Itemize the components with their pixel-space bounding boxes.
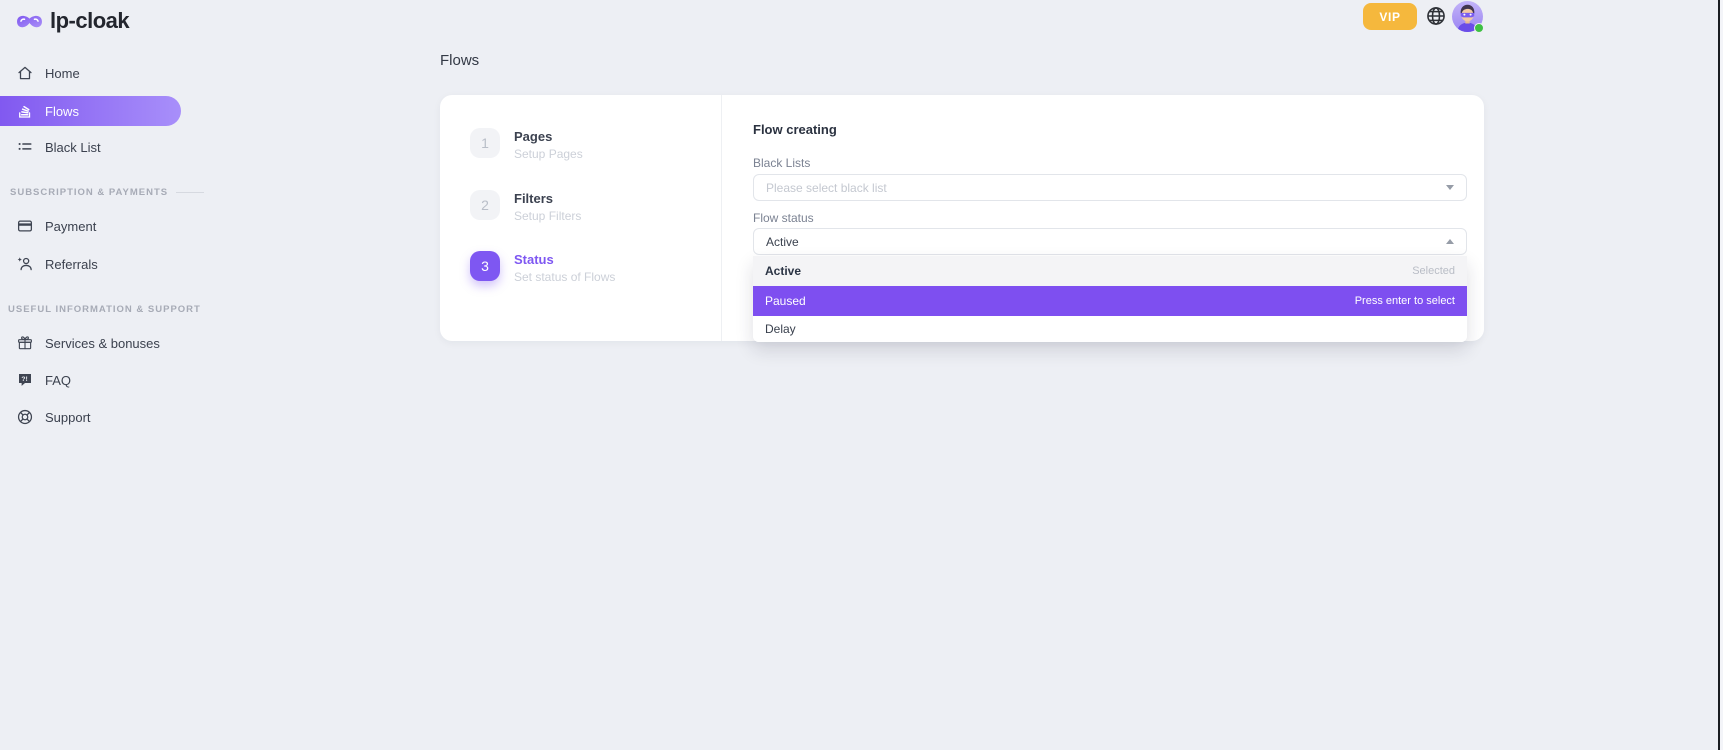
step-title: Filters <box>514 190 581 206</box>
sidebar-item-referrals[interactable]: Referrals <box>0 249 200 279</box>
sidebar-item-payment[interactable]: Payment <box>0 211 200 241</box>
online-status-dot <box>1474 23 1484 33</box>
step-title: Pages <box>514 128 583 144</box>
form-title: Flow creating <box>753 122 837 137</box>
sidebar-label: Black List <box>45 140 101 155</box>
svg-text:?!: ?! <box>21 376 27 383</box>
step-subtitle: Setup Pages <box>514 147 583 161</box>
option-label: Paused <box>765 294 806 308</box>
sidebar-label: Referrals <box>45 257 98 272</box>
flows-stack-icon <box>16 102 34 120</box>
chevron-down-icon <box>1446 185 1454 190</box>
page-title: Flows <box>440 52 479 69</box>
vip-label: VIP <box>1379 10 1400 24</box>
gift-icon <box>16 334 34 352</box>
option-hint-press-enter: Press enter to select <box>1355 295 1455 307</box>
sidebar-item-black-list[interactable]: Black List <box>0 132 200 162</box>
referral-person-icon <box>16 255 34 273</box>
wizard-step-filters[interactable]: 2 Filters Setup Filters <box>470 190 581 223</box>
wizard-step-status[interactable]: 3 Status Set status of Flows <box>470 251 615 284</box>
lifebuoy-icon <box>16 408 34 426</box>
chevron-up-icon <box>1446 239 1454 244</box>
option-active[interactable]: Active Selected <box>753 256 1467 286</box>
language-globe-icon[interactable] <box>1425 5 1447 27</box>
wizard-step-pages[interactable]: 1 Pages Setup Pages <box>470 128 583 161</box>
flow-status-dropdown: Active Selected Paused Press enter to se… <box>753 256 1467 342</box>
vip-button[interactable]: VIP <box>1363 3 1417 30</box>
option-paused[interactable]: Paused Press enter to select <box>753 286 1467 316</box>
black-lists-label: Black Lists <box>753 156 810 170</box>
wizard-steps-column: 1 Pages Setup Pages 2 Filters Setup Filt… <box>440 95 722 341</box>
sidebar-item-home[interactable]: Home <box>0 58 200 88</box>
sidebar-section-payments: SUBSCRIPTION & PAYMENTS <box>0 186 200 199</box>
sidebar-item-flows[interactable]: Flows <box>0 96 181 126</box>
sidebar-item-faq[interactable]: ?! FAQ <box>0 365 200 395</box>
step-number-badge: 3 <box>470 251 500 281</box>
sidebar-label: Payment <box>45 219 96 234</box>
sidebar-item-support[interactable]: Support <box>0 402 200 432</box>
step-subtitle: Set status of Flows <box>514 270 615 284</box>
sidebar-label: Services & bonuses <box>45 336 160 351</box>
app-logo[interactable]: lp-cloak <box>16 8 129 34</box>
brand-name: lp-cloak <box>50 8 129 34</box>
step-number-badge: 2 <box>470 190 500 220</box>
mask-logo-icon <box>16 12 43 31</box>
step-title: Status <box>514 251 615 267</box>
sidebar-section-support: USEFUL INFORMATION & SUPPORT <box>0 303 200 316</box>
option-delay[interactable]: Delay <box>753 316 1467 342</box>
flow-status-label: Flow status <box>753 211 814 225</box>
black-lists-select[interactable] <box>753 174 1467 201</box>
credit-card-icon <box>16 217 34 235</box>
option-label: Delay <box>765 322 796 336</box>
sidebar-item-services[interactable]: Services & bonuses <box>0 328 200 358</box>
step-subtitle: Setup Filters <box>514 209 581 223</box>
sidebar-label: Flows <box>45 104 79 119</box>
sidebar-label: Home <box>45 66 80 81</box>
faq-bubble-icon: ?! <box>16 371 34 389</box>
option-label: Active <box>765 264 801 278</box>
flow-status-select[interactable]: Active <box>753 228 1467 255</box>
home-icon <box>16 64 34 82</box>
user-avatar[interactable] <box>1452 1 1483 32</box>
sidebar-label: FAQ <box>45 373 71 388</box>
black-lists-input[interactable] <box>766 181 1446 195</box>
option-hint-selected: Selected <box>1412 265 1455 277</box>
step-number-badge: 1 <box>470 128 500 158</box>
flow-status-value: Active <box>766 235 1446 249</box>
list-icon <box>16 138 34 156</box>
sidebar-label: Support <box>45 410 91 425</box>
flow-creating-panel: Flow creating Black Lists Flow status Ac… <box>753 95 1467 341</box>
flow-wizard-card: 1 Pages Setup Pages 2 Filters Setup Filt… <box>440 95 1484 341</box>
